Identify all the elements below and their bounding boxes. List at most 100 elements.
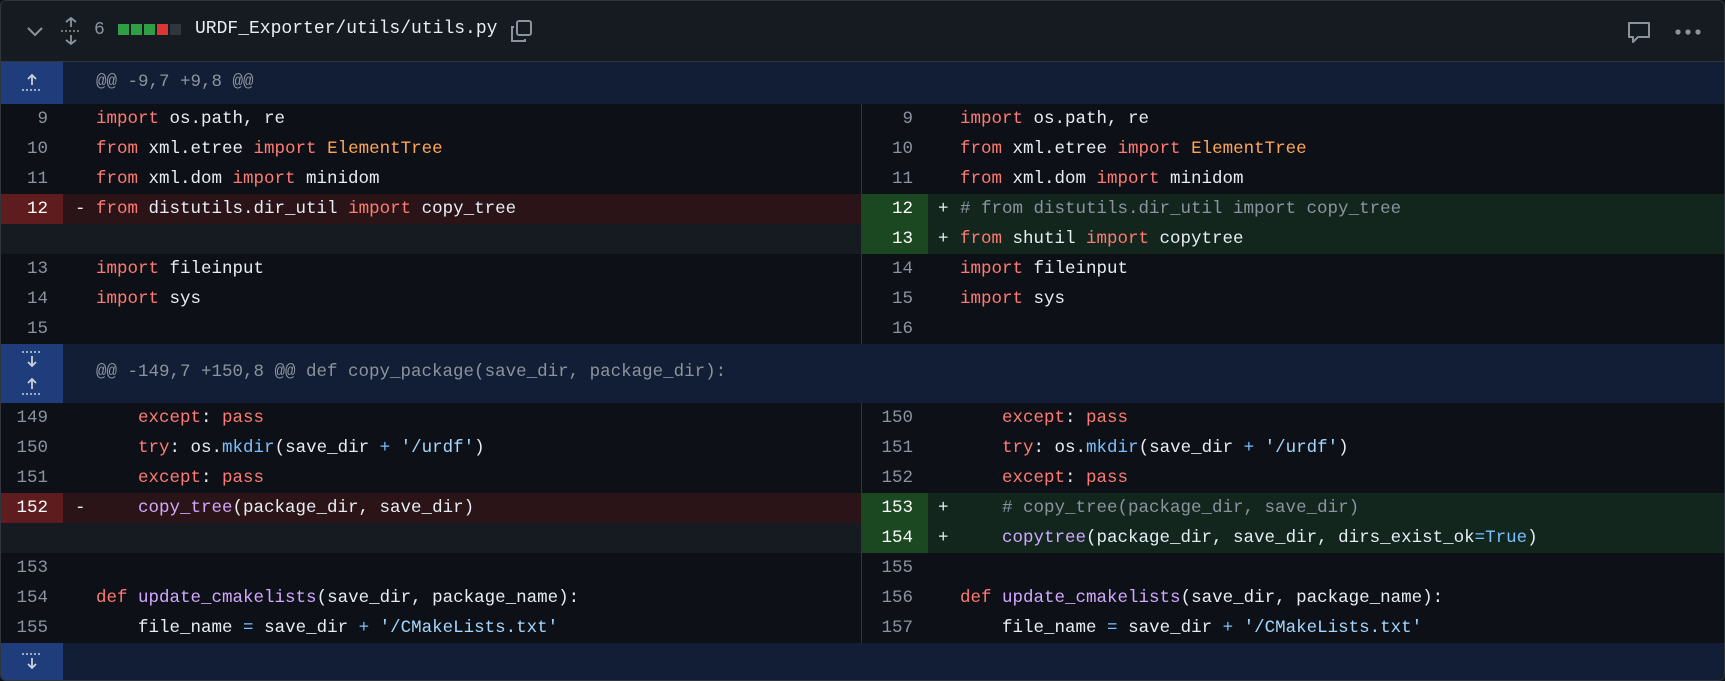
fold-unfold-icon[interactable]: [59, 17, 83, 45]
chevron-down-icon[interactable]: [23, 19, 47, 43]
token: xml.etree: [138, 139, 254, 159]
right-line: 151 try: os.mkdir(save_dir + '/urdf'): [862, 433, 1724, 463]
hunk-footer: [1, 643, 1724, 680]
code-line: copytree(package_dir, save_dir, dirs_exi…: [960, 523, 1538, 553]
diff-row: 154 def update_cmakelists(save_dir, pack…: [1, 583, 1724, 613]
line-number[interactable]: 149: [1, 403, 63, 433]
line-number[interactable]: 13: [862, 224, 928, 254]
token: copytree: [1002, 528, 1087, 548]
line-number[interactable]: 151: [1, 463, 63, 493]
line-number[interactable]: 9: [1, 104, 63, 134]
line-number[interactable]: 151: [862, 433, 928, 463]
code-line: try: os.mkdir(save_dir + '/urdf'): [960, 433, 1349, 463]
line-number[interactable]: 9: [862, 104, 928, 134]
token: (save_dir: [274, 438, 380, 458]
line-number[interactable]: 157: [862, 613, 928, 643]
kebab-horizontal-icon[interactable]: [1672, 17, 1704, 47]
token: # from distutils.dir_util import copy_tr…: [960, 199, 1402, 219]
code-line: # copy_tree(package_dir, save_dir): [960, 493, 1359, 523]
token: fileinput: [159, 259, 265, 279]
line-number[interactable]: 154: [862, 523, 928, 553]
code-line: except: pass: [960, 403, 1128, 433]
token: import: [232, 169, 296, 189]
token: fileinput: [1023, 259, 1129, 279]
token: +: [1222, 618, 1234, 638]
expand-down-icon[interactable]: [15, 648, 49, 674]
token: pass: [222, 468, 265, 488]
code-line: except: pass: [96, 463, 264, 493]
token: ): [474, 438, 485, 458]
token: sys: [159, 289, 202, 309]
left-line: 153: [1, 553, 861, 583]
token: ElementTree: [316, 139, 443, 159]
token: file_name: [1002, 618, 1108, 638]
comment-icon[interactable]: [1624, 17, 1654, 47]
token: +: [1243, 438, 1255, 458]
token: os.path, re: [159, 109, 286, 129]
expand-gutter: [1, 643, 63, 680]
diff-row: 11 from xml.dom import minidom 11 from x…: [1, 164, 1724, 194]
token: except: [138, 468, 202, 488]
hunk-header: @@ -149,7 +150,8 @@ def copy_package(sav…: [1, 344, 1724, 403]
expand-up-icon[interactable]: [15, 70, 49, 96]
diffstat: [118, 24, 181, 35]
code-line: from shutil import copytree: [960, 224, 1244, 254]
token: (package_dir, save_dir, dirs_exist_ok: [1086, 528, 1475, 548]
line-number[interactable]: 11: [862, 164, 928, 194]
left-line: 13 import fileinput: [1, 254, 861, 284]
code-line: import os.path, re: [960, 104, 1149, 134]
line-number[interactable]: 12: [862, 194, 928, 224]
token: =: [1107, 618, 1118, 638]
line-number[interactable]: 156: [862, 583, 928, 613]
deleted-line: 12 - from distutils.dir_util import copy…: [1, 194, 861, 224]
line-number[interactable]: 152: [1, 493, 63, 523]
line-number[interactable]: 10: [1, 134, 63, 164]
line-number[interactable]: 154: [1, 583, 63, 613]
hunk-header-text: @@ -149,7 +150,8 @@ def copy_package(sav…: [96, 362, 727, 382]
line-number[interactable]: 12: [1, 194, 63, 224]
copy-icon[interactable]: [507, 17, 535, 45]
token: save_dir: [1117, 618, 1223, 638]
token: :: [201, 408, 223, 428]
line-number[interactable]: 150: [862, 403, 928, 433]
diff-row: 153 155: [1, 553, 1724, 583]
token: =: [1474, 528, 1486, 548]
line-number[interactable]: 155: [862, 553, 928, 583]
right-line: 152 except: pass: [862, 463, 1724, 493]
token: from: [96, 199, 139, 219]
token: import: [253, 139, 317, 159]
token: =: [243, 618, 254, 638]
file-path-link[interactable]: URDF_Exporter/utils/utils.py: [195, 19, 497, 39]
diffstat-block: [131, 24, 142, 35]
line-number[interactable]: 153: [1, 553, 63, 583]
code-line: from xml.dom import minidom: [960, 164, 1244, 194]
line-number[interactable]: 14: [1, 284, 63, 314]
token: :: [1065, 468, 1087, 488]
line-number[interactable]: 16: [862, 314, 928, 344]
line-number[interactable]: 15: [862, 284, 928, 314]
line-number[interactable]: 11: [1, 164, 63, 194]
line-number[interactable]: 150: [1, 433, 63, 463]
line-number[interactable]: 14: [862, 254, 928, 284]
line-number[interactable]: 10: [862, 134, 928, 164]
code-line: copy_tree(package_dir, save_dir): [96, 493, 474, 523]
added-line: 153 + # copy_tree(package_dir, save_dir): [862, 493, 1724, 523]
line-number[interactable]: 13: [1, 254, 63, 284]
token: xml.etree: [1002, 139, 1118, 159]
right-line: 10 from xml.etree import ElementTree: [862, 134, 1724, 164]
line-number[interactable]: 152: [862, 463, 928, 493]
hunk-header: @@ -9,7 +9,8 @@: [1, 62, 1724, 104]
line-number[interactable]: 15: [1, 314, 63, 344]
expand-down-icon[interactable]: [15, 346, 49, 372]
token: from: [96, 169, 139, 189]
expand-gutter: [1, 62, 63, 104]
line-number[interactable]: 155: [1, 613, 63, 643]
token: from: [96, 139, 139, 159]
line-number[interactable]: 153: [862, 493, 928, 523]
token: import: [960, 259, 1024, 279]
added-line: 12 + # from distutils.dir_util import co…: [862, 194, 1724, 224]
expand-up-icon[interactable]: [15, 374, 49, 400]
